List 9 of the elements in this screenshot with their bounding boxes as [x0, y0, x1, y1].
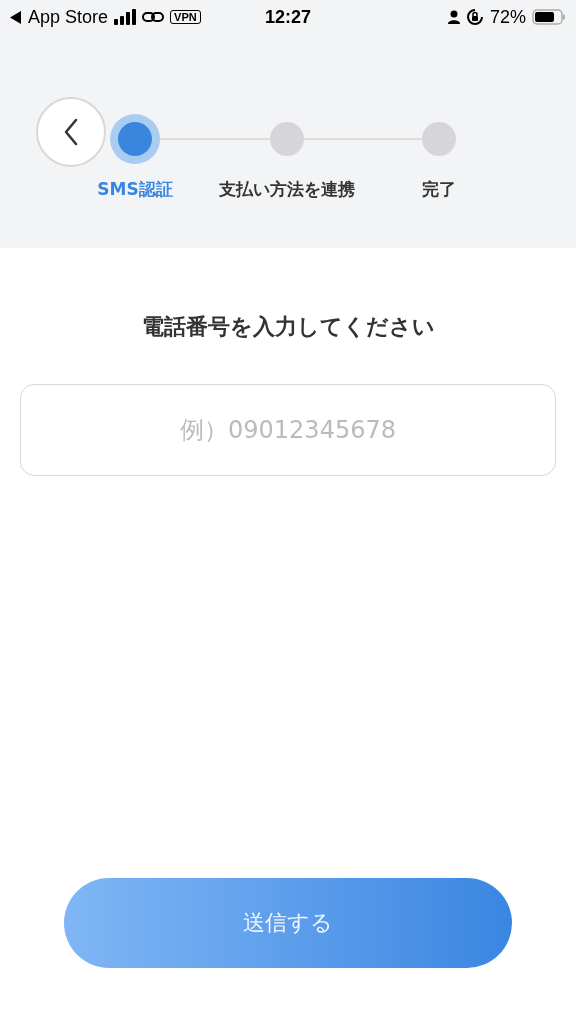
vpn-badge: VPN	[170, 10, 201, 24]
clock: 12:27	[264, 6, 311, 28]
step-label: 支払い方法を連携	[219, 178, 355, 201]
step-label: SMS認証	[97, 178, 173, 201]
step-label: 完了	[422, 178, 456, 201]
back-app-label[interactable]: App Store	[28, 6, 109, 28]
phone-input-field[interactable]: 例）09012345678	[20, 384, 556, 476]
page-title: 電話番号を入力してください	[140, 313, 436, 341]
battery-percent: 72%	[489, 6, 526, 28]
